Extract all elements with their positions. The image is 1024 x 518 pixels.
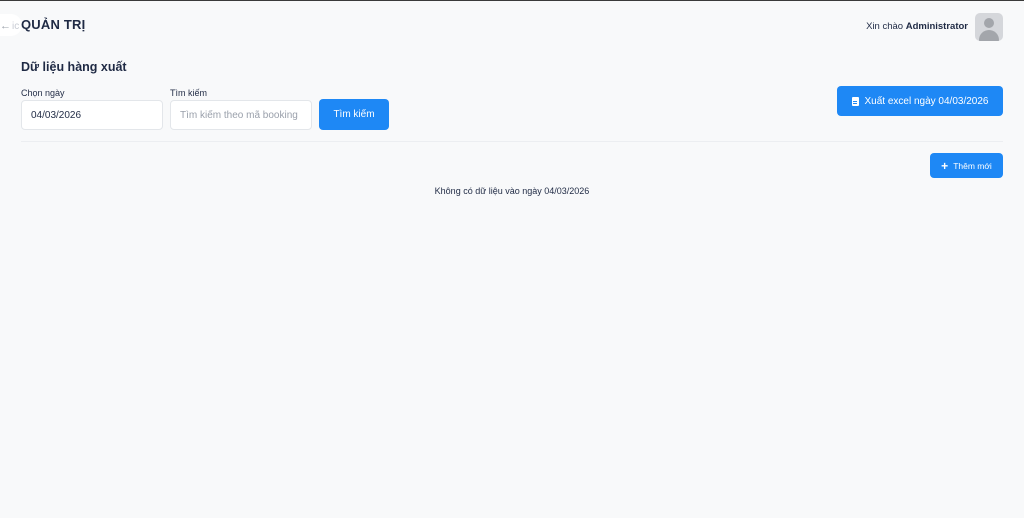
empty-state-message: Không có dữ liệu vào ngày 04/03/2026 — [434, 186, 590, 196]
date-input[interactable] — [21, 100, 163, 130]
page-title: Dữ liệu hàng xuất — [21, 60, 127, 74]
brand-title: QUẢN TRỊ — [21, 17, 86, 32]
search-label: Tìm kiếm — [170, 88, 207, 98]
user-greeting: Xin chào Administrator — [866, 21, 968, 32]
window-top-border — [0, 0, 1024, 1]
export-excel-button[interactable]: Xuất excel ngày 04/03/2026 — [837, 86, 1003, 116]
user-avatar-icon[interactable] — [975, 13, 1003, 41]
username: Administrator — [905, 21, 968, 32]
file-icon — [851, 96, 859, 106]
export-excel-label: Xuất excel ngày 04/03/2026 — [864, 95, 989, 107]
add-new-label: Thêm mới — [953, 160, 992, 171]
avatar-head — [984, 18, 994, 28]
search-button[interactable]: Tìm kiếm — [319, 99, 389, 130]
add-new-button[interactable]: + Thêm mới — [930, 153, 1003, 178]
greeting-prefix: Xin chào — [866, 21, 904, 32]
arrow-left-icon: ← — [0, 20, 11, 32]
date-label: Chọn ngày — [21, 88, 65, 98]
back-button[interactable]: ←ic — [0, 14, 22, 36]
avatar-body — [979, 30, 999, 41]
plus-icon: + — [941, 158, 949, 173]
back-label: ic — [12, 21, 20, 32]
search-input[interactable] — [170, 100, 312, 130]
section-divider — [21, 141, 1003, 142]
